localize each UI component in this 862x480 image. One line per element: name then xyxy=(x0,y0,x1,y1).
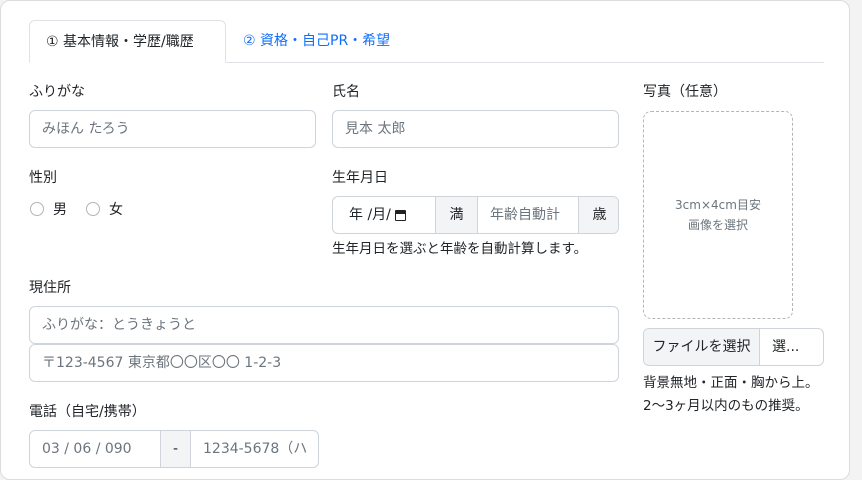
birthdate-label: 生年月日 xyxy=(332,170,388,186)
birthdate-placeholder: 年 /月/ xyxy=(349,207,391,223)
gender-male-label: 男 xyxy=(53,202,67,218)
phone-number-input[interactable]: 1234-5678（ハ xyxy=(191,431,318,467)
tab-qualifications[interactable]: ② 資格・自己PR・希望 xyxy=(227,20,406,62)
name-label: 氏名 xyxy=(332,84,360,100)
birthdate-input[interactable]: 年 /月/ xyxy=(333,197,435,233)
address-furigana-input[interactable]: ふりがな：とうきょうと xyxy=(29,306,619,344)
age-input[interactable]: 年齢自動計 xyxy=(478,197,578,233)
tab-basic-info[interactable]: ① 基本情報・学歴/職歴 xyxy=(29,20,226,63)
photo-help-line1: 背景無地・正面・胸から上。 xyxy=(643,375,819,391)
age-prefix: 満 xyxy=(435,197,478,233)
form-card: ① 基本情報・学歴/職歴 ② 資格・自己PR・希望 ふりがな みほん たろう 氏… xyxy=(0,0,850,480)
gender-label: 性別 xyxy=(29,170,57,186)
age-suffix: 歳 xyxy=(578,197,618,233)
gender-male-radio[interactable] xyxy=(30,202,44,216)
birthdate-help: 生年月日を選ぶと年齢を自動計算します。 xyxy=(332,241,588,257)
address-input[interactable]: 〒123-4567 東京都〇〇区〇〇 1-2-3 xyxy=(29,344,619,382)
gender-female-radio[interactable] xyxy=(86,202,100,216)
file-input[interactable]: ファイルを選択 選... xyxy=(643,328,824,366)
phone-separator: - xyxy=(160,431,191,467)
phone-label: 電話（自宅/携帯） xyxy=(29,404,146,420)
address-label: 現住所 xyxy=(29,280,71,296)
photo-size-hint: 3cm×4cm目安 xyxy=(675,198,761,212)
gender-female-label: 女 xyxy=(109,202,123,218)
furigana-label: ふりがな xyxy=(29,84,85,100)
birthdate-group: 年 /月/ 満 年齢自動計 歳 xyxy=(332,196,619,234)
photo-label: 写真（任意） xyxy=(643,84,727,100)
file-name: 選... xyxy=(772,339,800,355)
photo-help-line2: 2〜3ヶ月以内のもの推奨。 xyxy=(643,398,809,414)
phone-group: 03 / 06 / 090 - 1234-5678（ハ xyxy=(29,430,319,468)
photo-dropzone[interactable]: 3cm×4cm目安 画像を選択 xyxy=(643,111,793,319)
file-select-button[interactable]: ファイルを選択 xyxy=(644,329,760,365)
tab-bar: ① 基本情報・学歴/職歴 ② 資格・自己PR・希望 xyxy=(29,20,824,63)
name-input[interactable]: 見本 太郎 xyxy=(332,110,619,148)
photo-select-hint: 画像を選択 xyxy=(687,218,748,232)
phone-area-input[interactable]: 03 / 06 / 090 xyxy=(30,431,160,467)
calendar-icon[interactable] xyxy=(394,209,406,221)
furigana-input[interactable]: みほん たろう xyxy=(29,110,316,148)
